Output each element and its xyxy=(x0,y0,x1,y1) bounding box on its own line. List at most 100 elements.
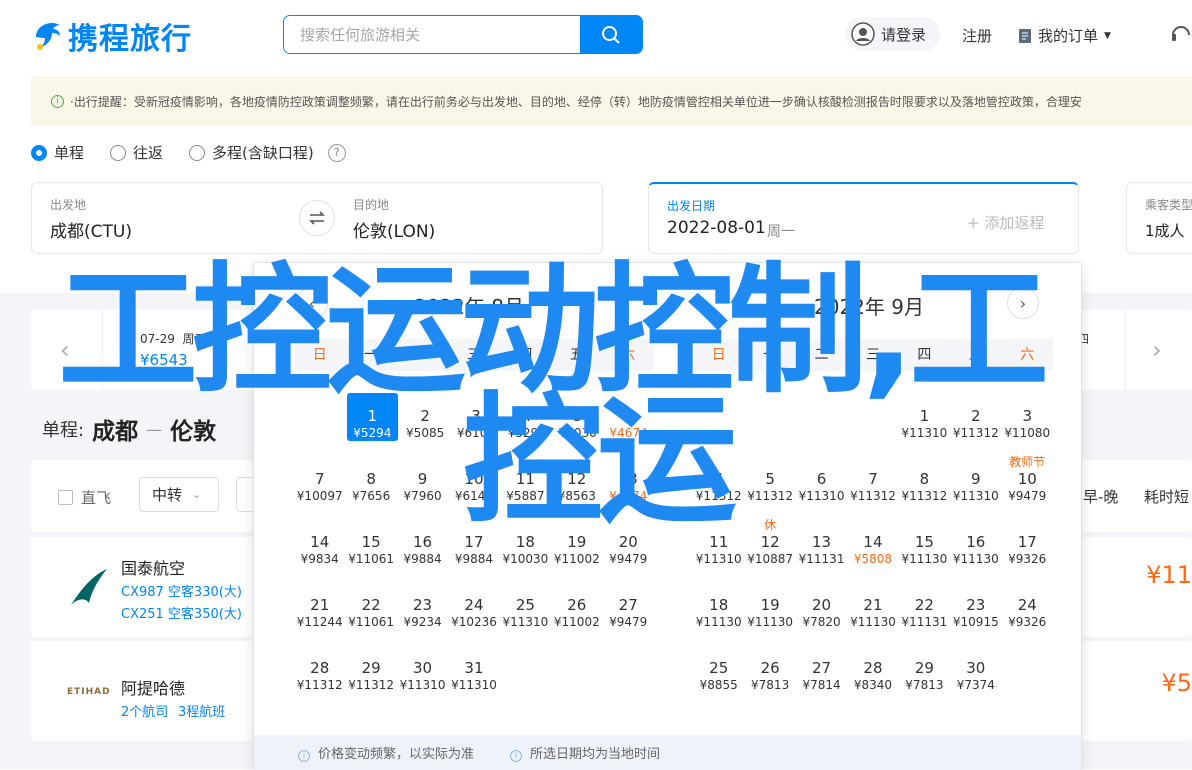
day-price: ¥9834 xyxy=(300,552,339,566)
notice-text: ·出行提醒：受新冠疫情影响，各地疫情防控政策调整频繁，请在出行前务必与出发地、目… xyxy=(70,94,1082,109)
info-icon: i xyxy=(51,94,64,108)
airline-name: 国泰航空 xyxy=(121,559,186,578)
calendar-day[interactable]: 13 ¥11131 xyxy=(796,519,847,582)
day-price: ¥11310 xyxy=(798,489,845,503)
from-field[interactable]: 出发地 成都(CTU) xyxy=(32,183,317,253)
direct-checkbox[interactable]: 直飞 xyxy=(58,487,111,508)
calendar-day[interactable]: 19 ¥11130 xyxy=(744,582,795,645)
radio-one-way[interactable]: 单程 xyxy=(31,142,84,163)
calendar-day[interactable]: 9 ¥7960 xyxy=(397,456,448,519)
day-price: ¥5294 xyxy=(353,426,392,440)
calendar-footer: i 价格变动频繁，以实际为准 i 所选日期均为当地时间 xyxy=(254,735,1081,770)
calendar-day[interactable]: 5 ¥11312 xyxy=(744,456,795,519)
calendar-day[interactable]: 22 ¥11131 xyxy=(899,582,950,645)
week-row: 18 ¥11130 19 ¥11130 20 ¥7820 21 ¥11130 22 ¥11131 2… xyxy=(693,582,1053,645)
day-number: 29 xyxy=(914,659,934,677)
flight-number: CX987 空客330(大) xyxy=(121,585,242,600)
sort-morning-evening[interactable]: 早-晚 xyxy=(1083,486,1118,507)
calendar-day[interactable]: 7 ¥11312 xyxy=(847,456,898,519)
calendar-day[interactable]: 22 ¥11061 xyxy=(345,582,396,645)
calendar-day[interactable]: 28 ¥11312 xyxy=(294,645,345,708)
empty-day xyxy=(500,645,551,708)
calendar-day[interactable]: 24 ¥9326 xyxy=(1002,582,1053,645)
date-value: 2022-08-01 xyxy=(667,218,766,238)
calendar-day[interactable]: 9 ¥11310 xyxy=(950,456,1001,519)
segment-count: 3程航班 xyxy=(178,705,226,720)
calendar-day[interactable]: 30 ¥11310 xyxy=(397,645,448,708)
calendar-day[interactable]: 20 ¥7820 xyxy=(796,582,847,645)
help-icon[interactable]: ? xyxy=(327,143,346,162)
day-price: ¥7960 xyxy=(403,489,442,503)
radio-multi-city[interactable]: 多程(含缺口程) xyxy=(189,142,314,163)
register-link[interactable]: 注册 xyxy=(962,25,992,46)
calendar-day[interactable]: 8 ¥11312 xyxy=(899,456,950,519)
day-price: ¥11310 xyxy=(901,426,948,440)
my-orders-menu[interactable]: 我的订单 ▼ xyxy=(1018,25,1111,46)
day-price: ¥11312 xyxy=(850,489,896,503)
calendar-day[interactable]: 15 ¥11130 xyxy=(899,519,950,582)
airline-count: 2个航司 xyxy=(121,705,169,720)
calendar-day[interactable]: 15 ¥11061 xyxy=(345,519,396,582)
calendar-day[interactable]: 14 ¥9834 xyxy=(294,519,345,582)
calendar-day[interactable]: 27 ¥7814 xyxy=(796,645,847,708)
calendar-day[interactable]: 16 ¥9884 xyxy=(397,519,448,582)
route-arrow-icon: — xyxy=(146,419,163,439)
day-price: ¥9479 xyxy=(609,615,648,629)
calendar-day[interactable]: 21 ¥11244 xyxy=(294,582,345,645)
calendar-day[interactable]: 8 ¥7656 xyxy=(345,456,396,519)
day-number: 15 xyxy=(914,533,934,551)
calendar-day[interactable]: 24 ¥10236 xyxy=(448,582,499,645)
calendar-day[interactable]: 休 12 ¥10887 xyxy=(744,518,795,582)
day-number: 27 xyxy=(812,659,832,677)
calendar-day[interactable]: 25 ¥8855 xyxy=(693,645,744,708)
week-row: 28 ¥11312 29 ¥11312 30 ¥11310 31 ¥11310 xyxy=(294,645,654,708)
day-number: 26 xyxy=(760,659,780,677)
date-field[interactable]: 出发日期 2022-08-01 周一 + 添加返程 xyxy=(648,182,1079,254)
calendar-day[interactable]: 30 ¥7374 xyxy=(950,645,1001,708)
calendar-day[interactable]: 29 ¥7813 xyxy=(899,645,950,708)
calendar-day[interactable]: 18 ¥11130 xyxy=(693,582,744,645)
day-price: ¥11131 xyxy=(901,615,948,629)
calendar-day[interactable]: 29 ¥11312 xyxy=(345,645,396,708)
day-number: 21 xyxy=(310,596,330,614)
calendar-day[interactable]: 26 ¥7813 xyxy=(744,645,795,708)
search-button[interactable] xyxy=(580,16,642,53)
top-header: 携程旅行 请登录 注册 我的订单 ▼ xyxy=(0,0,1192,68)
headset-icon[interactable] xyxy=(1170,22,1192,48)
search-input[interactable] xyxy=(284,16,580,53)
add-return-button[interactable]: + 添加返程 xyxy=(967,212,1044,233)
week-row: 25 ¥8855 26 ¥7813 27 ¥7814 28 ¥8340 29 ¥7813 30 ¥73… xyxy=(693,645,1053,708)
calendar-day[interactable]: 26 ¥11002 xyxy=(551,582,602,645)
calendar-day[interactable]: 25 ¥11310 xyxy=(500,582,551,645)
day-price: ¥8340 xyxy=(853,678,893,692)
ctrip-logo[interactable]: 携程旅行 xyxy=(30,14,192,58)
sort-shortest[interactable]: 耗时短 xyxy=(1144,486,1189,507)
calendar-day[interactable]: 7 ¥10097 xyxy=(294,456,345,519)
transfer-dropdown[interactable]: 中转 ⌄ xyxy=(139,477,219,512)
day-price: ¥10030 xyxy=(502,552,549,566)
calendar-day[interactable]: 27 ¥9479 xyxy=(603,582,654,645)
day-price: ¥11061 xyxy=(348,552,395,566)
calendar-day[interactable]: 教师节 10 ¥9479 xyxy=(1002,455,1053,519)
calendar-day[interactable]: 6 ¥11310 xyxy=(796,456,847,519)
chevron-right-icon[interactable]: › xyxy=(1152,336,1162,364)
swap-cities-button[interactable] xyxy=(299,200,335,236)
login-button[interactable]: 请登录 xyxy=(845,17,940,51)
calendar-day[interactable]: 31 ¥11310 xyxy=(448,645,499,708)
date-label: 出发日期 xyxy=(667,199,716,213)
day-price: ¥11312 xyxy=(952,426,999,440)
to-value: 伦敦(LON) xyxy=(353,222,436,242)
calendar-day[interactable]: 23 ¥9234 xyxy=(397,582,448,645)
calendar-day[interactable]: 16 ¥11130 xyxy=(950,519,1001,582)
day-price: ¥10097 xyxy=(296,489,343,503)
calendar-day[interactable]: 21 ¥11130 xyxy=(847,582,898,645)
day-price: ¥5085 xyxy=(406,426,445,440)
calendar-day[interactable]: 23 ¥10915 xyxy=(950,582,1001,645)
radio-round-trip[interactable]: 往返 xyxy=(110,142,163,163)
calendar-day[interactable]: 14 ¥5808 xyxy=(847,519,898,582)
footer-note: i 所选日期均为当地时间 xyxy=(510,743,660,762)
passenger-field[interactable]: 乘客类型 1成人 xyxy=(1126,182,1192,254)
calendar-day[interactable]: 17 ¥9326 xyxy=(1002,519,1053,582)
to-field[interactable]: 目的地 伦敦(LON) xyxy=(335,183,603,253)
calendar-day[interactable]: 28 ¥8340 xyxy=(847,645,898,708)
